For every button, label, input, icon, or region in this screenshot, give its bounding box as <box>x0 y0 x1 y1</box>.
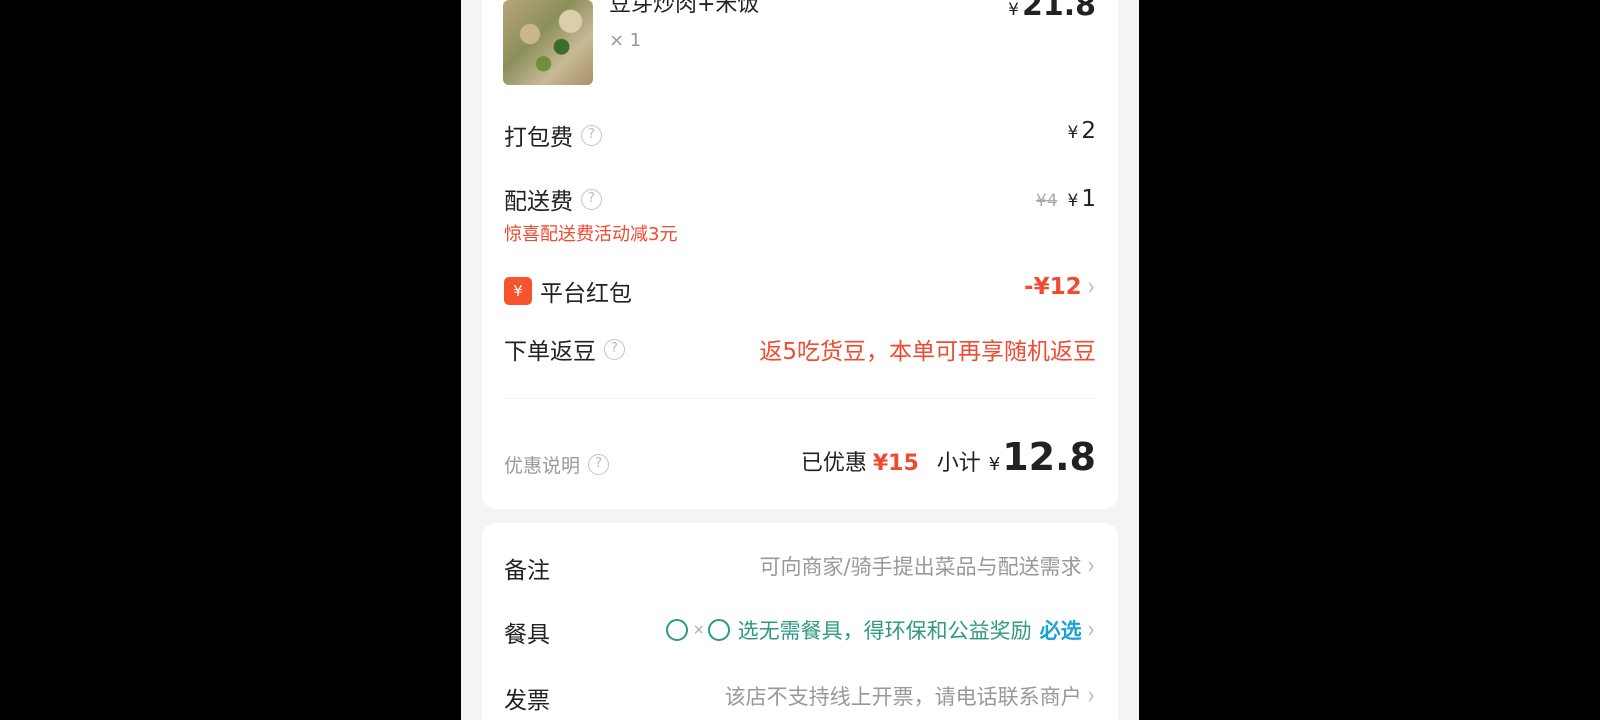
invoice-note: 该店不支持线上开票，请电话联系商户 <box>724 685 1082 709</box>
delivery-promo-note: 惊喜配送费活动减3元 <box>504 224 678 245</box>
help-icon[interactable]: ? <box>604 338 625 360</box>
subtotal-amount: 12.8 <box>1002 435 1096 479</box>
currency-symbol: ¥ <box>1067 123 1079 143</box>
subtotal-label: 小计 <box>936 451 981 476</box>
remark-label: 备注 <box>504 558 550 584</box>
dish-quantity: × 1 <box>609 30 642 51</box>
delivery-fee-amount: 1 <box>1081 186 1096 212</box>
delivery-fee-value: ¥4 ¥1 <box>1036 186 1096 212</box>
dish-price: ¥21.8 <box>1008 0 1096 23</box>
delivery-fee-label: 配送费 ? <box>504 182 602 216</box>
divider <box>504 398 1096 399</box>
chevron-right-icon: › <box>1087 615 1095 645</box>
order-options-card: 备注 可向商家/骑手提出菜品与配送需求 › 餐具 × 选无需餐具，得环保和公益奖… <box>482 523 1118 720</box>
help-icon: ? <box>588 454 610 475</box>
discount-explanation-text: 优惠说明 <box>504 455 581 477</box>
remark-placeholder: 可向商家/骑手提出菜品与配送需求 <box>759 555 1082 579</box>
packing-fee-label: 打包费 ? <box>504 118 602 152</box>
order-card: 豆芽炒肉+米饭 × 1 ¥21.8 打包费 ? ¥2 配送费 ? ¥4 ¥1 惊… <box>482 0 1118 509</box>
redpacket-label: 平台红包 <box>540 281 632 307</box>
times-symbol: × <box>692 622 705 638</box>
beans-label: 下单返豆 ? <box>504 332 625 366</box>
dish-price-value: 21.8 <box>1021 0 1096 23</box>
packing-fee-text: 打包费 <box>504 125 573 151</box>
chevron-right-icon: › <box>1087 272 1095 302</box>
checkout-screen: 豆芽炒肉+米饭 × 1 ¥21.8 打包费 ? ¥2 配送费 ? ¥4 ¥1 惊… <box>461 0 1139 720</box>
dish-image <box>503 0 593 85</box>
saved-amount: ¥15 <box>872 451 919 476</box>
redpacket-value[interactable]: -¥12 › <box>1024 272 1096 302</box>
help-icon[interactable]: ? <box>581 188 602 210</box>
saved-label: 已优惠 <box>800 451 867 476</box>
beans-text: 下单返豆 <box>504 339 596 365</box>
currency-symbol: ¥ <box>1067 191 1079 211</box>
help-icon[interactable]: ? <box>581 124 602 146</box>
currency-symbol: ¥ <box>1008 0 1019 20</box>
packing-fee-amount: 2 <box>1081 118 1096 144</box>
order-summary: 已优惠 ¥15 小计 ¥ 12.8 <box>801 435 1096 479</box>
redpacket-icon: ¥ <box>504 277 532 305</box>
packing-fee-value: ¥2 <box>1068 118 1096 144</box>
beans-value: 返5吃货豆，本单可再享随机返豆 <box>759 339 1096 365</box>
tableware-label: 餐具 <box>504 622 550 648</box>
discount-explanation[interactable]: 优惠说明 ? <box>504 451 610 478</box>
delivery-fee-text: 配送费 <box>504 189 573 215</box>
platform-redpacket-row[interactable]: ¥ 平台红包 <box>504 274 632 308</box>
currency-symbol: ¥ <box>988 454 1001 475</box>
invoice-row[interactable]: 该店不支持线上开票，请电话联系商户 › <box>725 681 1096 711</box>
chevron-right-icon: › <box>1087 551 1095 581</box>
tableware-hint: 选无需餐具，得环保和公益奖励 <box>737 619 1032 643</box>
required-badge: 必选 <box>1039 619 1082 643</box>
charity-icon <box>707 619 730 641</box>
delivery-fee-original: ¥4 <box>1035 191 1058 211</box>
dish-name: 豆芽炒肉+米饭 <box>609 0 760 17</box>
invoice-label: 发票 <box>504 688 550 714</box>
tableware-row[interactable]: × 选无需餐具，得环保和公益奖励 必选 › <box>665 615 1096 645</box>
redpacket-amount: -¥12 <box>1024 274 1082 300</box>
remark-row[interactable]: 可向商家/骑手提出菜品与配送需求 › <box>760 551 1096 581</box>
leaf-icon <box>665 619 688 641</box>
chevron-right-icon: › <box>1087 681 1095 711</box>
